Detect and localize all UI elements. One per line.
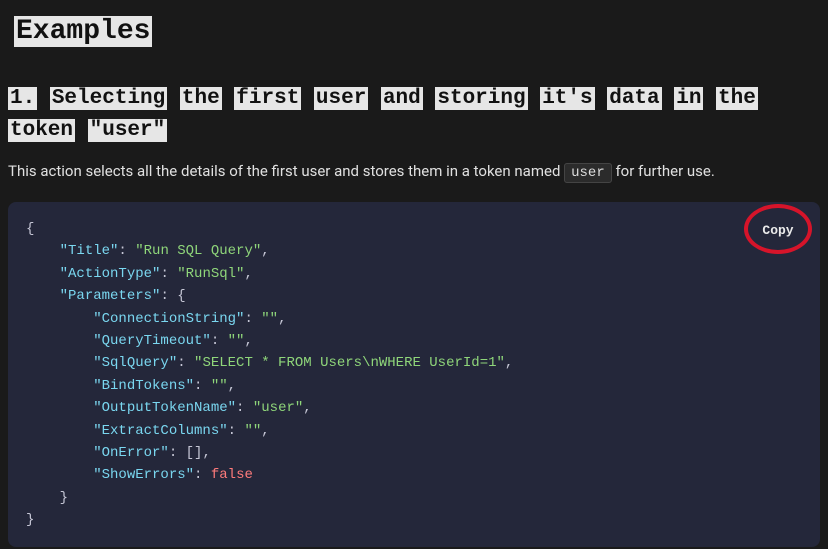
example-description: This action selects all the details of t… (8, 160, 820, 184)
code-block: Copy { "Title": "Run SQL Query", "Action… (8, 202, 820, 547)
heading-word: the (716, 87, 758, 110)
heading-word: data (607, 87, 661, 110)
desc-post: for further use. (615, 162, 714, 180)
inline-code-token: user (564, 163, 612, 183)
copy-button[interactable]: Copy (754, 219, 801, 242)
example-heading: 1. Selecting the first user and storing … (8, 83, 820, 146)
heading-word: "user" (88, 119, 168, 142)
desc-pre: This action selects all the details of t… (8, 162, 564, 180)
heading-word: the (180, 87, 222, 110)
heading-word: storing (435, 87, 527, 110)
heading-word: in (674, 87, 703, 110)
heading-word: token (8, 119, 75, 142)
heading-word: Selecting (50, 87, 167, 110)
page-heading: Examples (14, 16, 152, 47)
heading-word: 1. (8, 87, 37, 110)
code-pre: { "Title": "Run SQL Query", "ActionType"… (26, 218, 802, 531)
heading-word: first (234, 87, 301, 110)
heading-word: and (381, 87, 423, 110)
heading-word: it's (540, 87, 594, 110)
heading-word: user (314, 87, 368, 110)
copy-button-wrap: Copy (748, 210, 808, 250)
